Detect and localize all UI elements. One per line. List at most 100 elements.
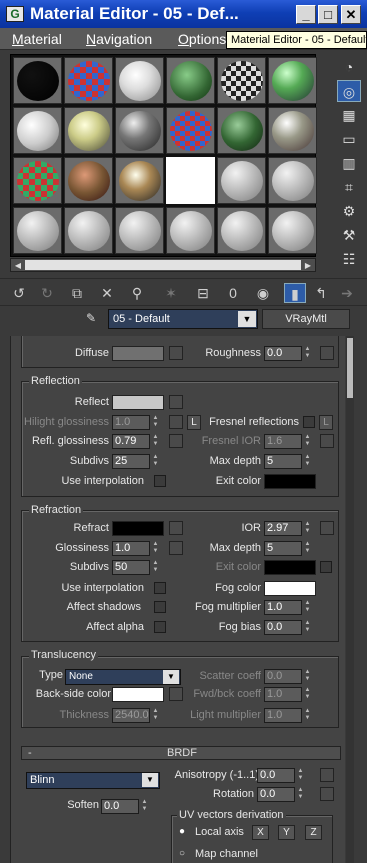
go-forward-icon[interactable]: ➔ <box>336 283 358 303</box>
backlight-icon[interactable]: ◎ <box>337 80 361 102</box>
refl-use-interpolation-checkbox[interactable] <box>154 475 166 487</box>
minimize-icon[interactable]: _ <box>296 5 316 24</box>
spinner-arrows-icon[interactable]: ▲ ▼ <box>140 799 149 814</box>
close-icon[interactable]: ✕ <box>341 5 361 24</box>
spinner-arrows-icon[interactable]: ▲ ▼ <box>303 708 312 723</box>
material-sample-slot[interactable] <box>268 157 317 204</box>
material-sample-slot[interactable] <box>268 207 317 254</box>
ior-map-button[interactable] <box>320 521 334 535</box>
refl-subdivs-spinner[interactable]: 25 <box>112 454 150 469</box>
material-sample-slot[interactable] <box>13 107 62 154</box>
fresnel-lock-button[interactable]: L <box>319 415 333 430</box>
menu-options[interactable]: Options <box>178 31 226 47</box>
refr-subdivs-spinner[interactable]: 50 <box>112 560 150 575</box>
refl-exit-color-swatch[interactable] <box>264 474 316 489</box>
material-sample-slot[interactable] <box>13 57 62 104</box>
put-to-library-icon[interactable]: ⊟ <box>192 283 214 303</box>
light-multiplier-spinner[interactable]: 1.0 <box>264 708 302 723</box>
brdf-type-dropdown[interactable]: Blinn <box>26 772 160 789</box>
rotation-spinner[interactable]: 0.0 <box>257 787 295 802</box>
material-sample-slot[interactable] <box>166 107 215 154</box>
material-sample-slot[interactable] <box>115 57 164 104</box>
affect-alpha-checkbox[interactable] <box>154 621 166 633</box>
put-to-scene-icon[interactable]: ↻ <box>36 283 58 303</box>
material-navigator-icon[interactable]: ☷ <box>337 248 361 270</box>
hilight-lock-button[interactable]: L <box>187 415 201 430</box>
hilight-glossiness-spinner[interactable]: 1.0 <box>112 415 150 430</box>
select-by-material-icon[interactable]: ⚒ <box>337 224 361 246</box>
refr-exit-color-swatch[interactable] <box>264 560 316 575</box>
app-icon[interactable]: G <box>6 6 24 22</box>
sample-uv-tiling-icon[interactable]: ▭ <box>337 128 361 150</box>
options-icon[interactable]: ⚙ <box>337 200 361 222</box>
material-sample-slot[interactable] <box>115 207 164 254</box>
spinner-arrows-icon[interactable]: ▲ ▼ <box>303 521 312 536</box>
material-sample-slot[interactable] <box>64 107 113 154</box>
spinner-arrows-icon[interactable]: ▲ ▼ <box>151 541 160 556</box>
material-sample-slot[interactable] <box>268 57 317 104</box>
refr-exit-color-checkbox[interactable] <box>320 561 332 573</box>
roughness-spinner[interactable]: 0.0 <box>264 346 302 361</box>
assign-to-selection-icon[interactable]: ⧉ <box>66 283 88 303</box>
spinner-arrows-icon[interactable]: ▲ ▼ <box>303 434 312 449</box>
spinner-arrows-icon[interactable]: ▲ ▼ <box>303 620 312 635</box>
material-name-field[interactable]: 05 - Default <box>108 309 258 329</box>
diffuse-map-button[interactable] <box>169 346 183 360</box>
spinner-arrows-icon[interactable]: ▲ ▼ <box>151 434 160 449</box>
slots-horizontal-scrollbar[interactable]: ◀ ▶ <box>10 258 316 272</box>
copy-material-icon[interactable]: ⚲ <box>126 283 148 303</box>
fresnel-ior-map-button[interactable] <box>320 434 334 448</box>
material-sample-slot[interactable] <box>268 107 317 154</box>
chevron-down-icon[interactable]: ▼ <box>142 773 158 787</box>
spinner-arrows-icon[interactable]: ▲ ▼ <box>151 708 160 723</box>
diffuse-swatch[interactable] <box>112 346 164 361</box>
roughness-map-button[interactable] <box>320 346 334 360</box>
sample-type-icon[interactable]: ◔ <box>337 56 361 78</box>
thickness-spinner[interactable]: 2540.0 <box>112 708 150 723</box>
fog-multiplier-spinner[interactable]: 1.0 <box>264 600 302 615</box>
affect-shadows-checkbox[interactable] <box>154 601 166 613</box>
material-id-icon[interactable]: 0 <box>222 283 244 303</box>
rollout-vertical-scrollbar[interactable] <box>346 336 354 863</box>
rotation-map-button[interactable] <box>320 787 334 801</box>
menu-material[interactable]: Material <box>12 31 62 47</box>
soften-spinner[interactable]: 0.0 <box>101 799 139 814</box>
fresnel-ior-spinner[interactable]: 1.6 <box>264 434 302 449</box>
ior-spinner[interactable]: 2.97 <box>264 521 302 536</box>
go-to-parent-icon[interactable]: ↰ <box>310 283 332 303</box>
material-sample-slot[interactable] <box>166 207 215 254</box>
chevron-down-icon[interactable]: ▼ <box>163 670 179 684</box>
refract-swatch[interactable] <box>112 521 164 536</box>
fog-bias-spinner[interactable]: 0.0 <box>264 620 302 635</box>
spinner-arrows-icon[interactable]: ▲ ▼ <box>303 346 312 361</box>
chevron-down-icon[interactable]: ▼ <box>238 311 256 327</box>
reflect-map-button[interactable] <box>169 395 183 409</box>
back-side-color-swatch[interactable] <box>112 687 164 702</box>
scroll-thumb[interactable] <box>25 260 301 270</box>
background-icon[interactable]: ▦ <box>337 104 361 126</box>
refr-glossiness-map-button[interactable] <box>169 541 183 555</box>
spinner-arrows-icon[interactable]: ▲ ▼ <box>296 787 305 802</box>
brdf-rollout-header[interactable]: - BRDF <box>21 746 341 760</box>
material-sample-slot[interactable] <box>115 107 164 154</box>
material-sample-slot[interactable] <box>115 157 164 204</box>
scatter-coeff-spinner[interactable]: 0.0 <box>264 669 302 684</box>
title-bar[interactable]: G Material Editor - 05 - Def... _ □ ✕ <box>0 0 367 28</box>
refl-max-depth-spinner[interactable]: 5 <box>264 454 302 469</box>
material-sample-slot[interactable] <box>64 157 113 204</box>
fresnel-reflections-checkbox[interactable] <box>303 416 315 428</box>
anisotropy-map-button[interactable] <box>320 768 334 782</box>
refr-max-depth-spinner[interactable]: 5 <box>264 541 302 556</box>
make-preview-icon[interactable]: ⌗ <box>337 176 361 198</box>
scroll-thumb[interactable] <box>347 338 353 398</box>
menu-navigation[interactable]: Navigation <box>86 31 152 47</box>
get-material-icon[interactable]: ↺ <box>8 283 30 303</box>
material-sample-slot[interactable] <box>217 207 266 254</box>
eyedropper-icon[interactable]: ✎ <box>86 311 102 327</box>
refl-glossiness-map-button[interactable] <box>169 434 183 448</box>
axis-y-button[interactable]: Y <box>278 825 295 840</box>
spinner-arrows-icon[interactable]: ▲ ▼ <box>303 454 312 469</box>
spinner-arrows-icon[interactable]: ▲ ▼ <box>151 454 160 469</box>
maximize-icon[interactable]: □ <box>318 5 338 24</box>
axis-x-button[interactable]: X <box>252 825 269 840</box>
